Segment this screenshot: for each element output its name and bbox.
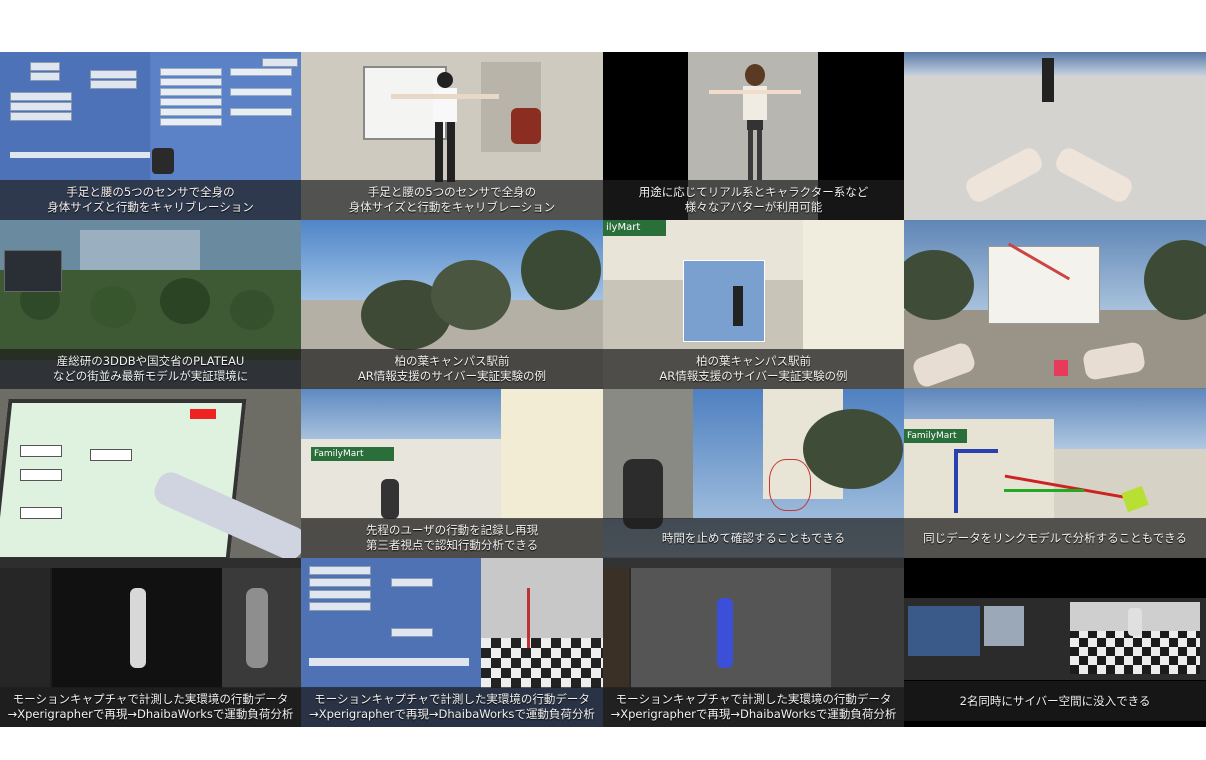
caption: 2名同時にサイバー空間に没入できる bbox=[904, 681, 1206, 721]
avatar bbox=[733, 286, 743, 326]
caption: 同じデータをリンクモデルで分析することもできる bbox=[904, 518, 1206, 558]
tile-calibration-ui: 手足と腰の5つのセンサで全身の 身体サイズと行動をキャリブレーション bbox=[0, 52, 301, 220]
tile-dhaibaworks: モーションキャプチャで計測した実環境の行動データ →Xperigrapherで再… bbox=[603, 558, 904, 727]
tile-kashiwanoha-1: 柏の葉キャンパス駅前 AR情報支援のサイバー実証実験の例 bbox=[301, 220, 603, 389]
caption: 用途に応じてリアル系とキャラクター系など 様々なアバターが利用可能 bbox=[603, 180, 904, 220]
caption-line: 産総研の3DDBや国交省のPLATEAU bbox=[56, 354, 245, 368]
store-sign: ilyMart bbox=[603, 220, 666, 236]
caption-line: AR情報支援のサイバー実証実験の例 bbox=[659, 369, 848, 383]
tile-kashiwanoha-2: ilyMart 柏の葉キャンパス駅前 AR情報支援のサイバー実証実験の例 bbox=[603, 220, 904, 389]
stick-figure bbox=[527, 588, 530, 648]
person bbox=[391, 72, 499, 182]
caption: モーションキャプチャで計測した実環境の行動データ →Xperigrapherで再… bbox=[603, 687, 904, 727]
caption-line: 第三者視点で認知行動分析できる bbox=[365, 538, 539, 552]
caption-line: などの街並み最新モデルが実証環境に bbox=[52, 369, 249, 383]
caption-line: AR情報支援のサイバー実証実験の例 bbox=[357, 369, 547, 383]
webcam-face bbox=[152, 148, 174, 174]
caption: 先程のユーザの行動を記録し再現 第三者視点で認知行動分析できる bbox=[301, 518, 603, 558]
caption-line: 時間を止めて確認することもできる bbox=[661, 530, 846, 545]
two-avatars bbox=[1128, 608, 1142, 636]
tile-avatar: 用途に応じてリアル系とキャラクター系など 様々なアバターが利用可能 bbox=[603, 52, 904, 220]
caption: 手足と腰の5つのセンサで全身の 身体サイズと行動をキャリブレーション bbox=[301, 180, 603, 220]
map-overlay-panel bbox=[4, 250, 62, 292]
ar-panel bbox=[683, 260, 765, 342]
caption-line: 身体サイズと行動をキャリブレーション bbox=[47, 200, 254, 214]
link-model bbox=[954, 449, 998, 513]
floating-map bbox=[988, 246, 1100, 324]
caption-line: 2名同時にサイバー空間に没入できる bbox=[959, 693, 1151, 708]
caption: 産総研の3DDBや国交省のPLATEAU などの街並み最新モデルが実証環境に bbox=[0, 349, 301, 389]
avatar-distant bbox=[1042, 58, 1054, 102]
video-collage: 手足と腰の5つのセンサで全身の 身体サイズと行動をキャリブレーション 手足と腰の… bbox=[0, 52, 1206, 727]
caption-line: 柏の葉キャンパス駅前 bbox=[696, 354, 811, 368]
caption-line: モーションキャプチャで計測した実環境の行動データ bbox=[12, 692, 289, 706]
caption-line: →Xperigrapherで再現→DhaibaWorksで運動負荷分析 bbox=[610, 707, 897, 721]
caption-line: 柏の葉キャンパス駅前 bbox=[394, 354, 510, 368]
avatar-figure bbox=[709, 64, 801, 184]
caption-line: 手足と腰の5つのセンサで全身の bbox=[367, 185, 537, 199]
caption-line: 用途に応じてリアル系とキャラクター系など bbox=[638, 185, 869, 199]
caption-line: 同じデータをリンクモデルで分析することもできる bbox=[923, 530, 1187, 545]
caption: 柏の葉キャンパス駅前 AR情報支援のサイバー実証実験の例 bbox=[603, 349, 904, 389]
caption: モーションキャプチャで計測した実環境の行動データ →Xperigrapherで再… bbox=[0, 687, 301, 727]
store-sign: FamilyMart bbox=[311, 447, 394, 461]
tile-vr-user-office: 手足と腰の5つのセンサで全身の 身体サイズと行動をキャリブレーション bbox=[301, 52, 603, 220]
tile-link-model: FamilyMart 同じデータをリンクモデルで分析することもできる bbox=[904, 389, 1206, 558]
tile-vr-hands bbox=[904, 52, 1206, 220]
user-avatar bbox=[381, 479, 399, 519]
caption: モーションキャプチャで計測した実環境の行動データ →Xperigrapherで再… bbox=[301, 687, 603, 727]
caption-line: モーションキャプチャで計測した実環境の行動データ bbox=[314, 692, 590, 706]
caption-line: 身体サイズと行動をキャリブレーション bbox=[348, 200, 556, 214]
skeleton-figure bbox=[130, 588, 146, 668]
caption: 時間を止めて確認することもできる bbox=[603, 518, 904, 558]
tile-city-model: 産総研の3DDBや国交省のPLATEAU などの街並み最新モデルが実証環境に bbox=[0, 220, 301, 389]
caption-line: 先程のユーザの行動を記録し再現 bbox=[365, 523, 539, 537]
caption: 手足と腰の5つのセンサで全身の 身体サイズと行動をキャリブレーション bbox=[0, 180, 301, 220]
caption-line: モーションキャプチャで計測した実環境の行動データ bbox=[615, 692, 892, 706]
caption-line: 手足と腰の5つのセンサで全身の bbox=[66, 185, 235, 199]
tile-two-users: 2名同時にサイバー空間に没入できる bbox=[904, 558, 1206, 727]
bag bbox=[511, 108, 541, 144]
tile-replay-third-person: FamilyMart 先程のユーザの行動を記録し再現 第三者視点で認知行動分析で… bbox=[301, 389, 603, 558]
tile-vr-map bbox=[904, 220, 1206, 389]
caption-line: →Xperigrapherで再現→DhaibaWorksで運動負荷分析 bbox=[309, 707, 595, 721]
tile-xperigrapher-ui: モーションキャプチャで計測した実環境の行動データ →Xperigrapherで再… bbox=[301, 558, 603, 727]
store-sign: FamilyMart bbox=[904, 429, 967, 443]
caption-line: 様々なアバターが利用可能 bbox=[684, 200, 823, 214]
tile-time-stop: 時間を止めて確認することもできる bbox=[603, 389, 904, 558]
caption: 柏の葉キャンパス駅前 AR情報支援のサイバー実証実験の例 bbox=[301, 349, 603, 389]
tile-mocap-viewer: モーションキャプチャで計測した実環境の行動データ →Xperigrapherで再… bbox=[0, 558, 301, 727]
shopping-bag-icon bbox=[1054, 360, 1068, 376]
caption-line: →Xperigrapherで再現→DhaibaWorksで運動負荷分析 bbox=[7, 707, 294, 721]
body-model bbox=[717, 598, 733, 668]
tile-vr-tablet bbox=[0, 389, 301, 558]
trajectory-lines bbox=[769, 459, 811, 511]
